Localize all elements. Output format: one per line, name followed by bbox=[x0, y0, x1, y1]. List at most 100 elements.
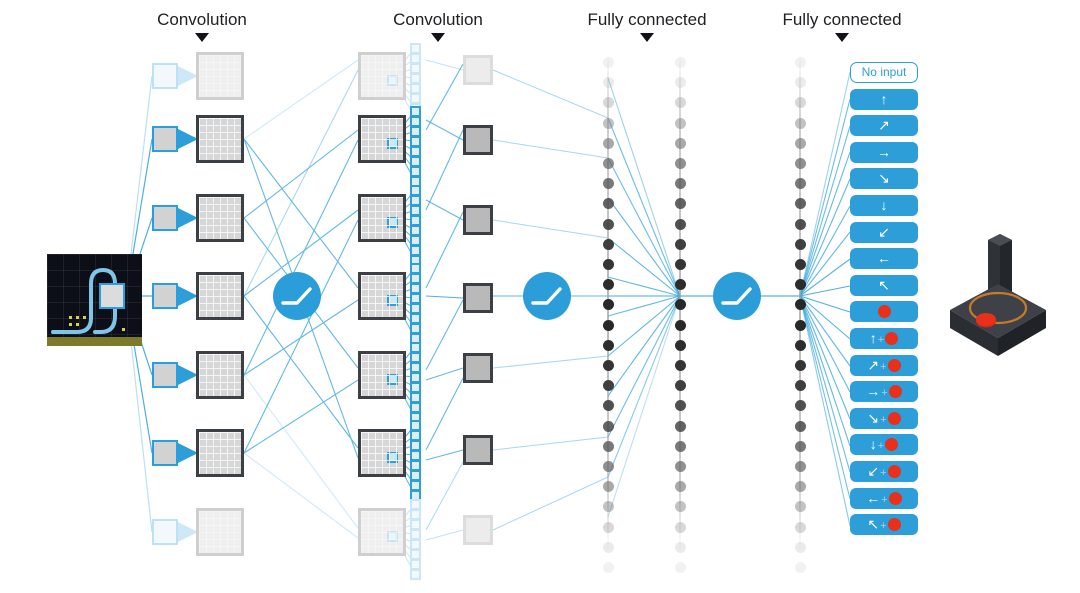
action-button-left[interactable]: ← bbox=[850, 248, 918, 270]
conv1-feature-map bbox=[196, 429, 244, 477]
relu-activation-2 bbox=[523, 272, 571, 320]
conv2-output-cell bbox=[463, 515, 493, 545]
fc-neuron bbox=[602, 440, 614, 452]
conv1-receptive-cone bbox=[178, 365, 198, 385]
fc-neuron bbox=[602, 259, 614, 270]
fire-button-icon bbox=[887, 358, 901, 372]
arrow-up-right-icon: ↗ bbox=[867, 356, 880, 373]
conv2-kernel-window bbox=[387, 217, 398, 228]
conv2-kernel-window bbox=[387, 75, 398, 86]
action-button-right[interactable]: → bbox=[850, 141, 918, 163]
action-button-down-plus-fire[interactable]: ↓+ bbox=[850, 434, 918, 456]
conv1-receptive-cone bbox=[178, 208, 198, 228]
conv2-feature-map bbox=[358, 115, 406, 163]
caret-down-icon bbox=[431, 33, 445, 42]
fc-neuron bbox=[602, 501, 614, 513]
fc-neuron bbox=[674, 400, 686, 412]
conv1-patch bbox=[152, 519, 178, 545]
fc-neuron bbox=[602, 400, 614, 412]
conv2-output-cell bbox=[463, 205, 493, 235]
conv2-kernel-window bbox=[387, 531, 398, 542]
conv1-feature-map bbox=[196, 194, 244, 242]
caret-down-icon bbox=[640, 33, 654, 42]
diagram-canvas: Convolution Convolution Fully connected … bbox=[0, 0, 1080, 593]
action-button-up-right[interactable]: ↗ bbox=[850, 115, 918, 137]
fc-neuron bbox=[794, 158, 806, 169]
conv2-feature-map bbox=[358, 429, 406, 477]
fc-neuron bbox=[602, 541, 614, 553]
plus-symbol: + bbox=[880, 413, 887, 426]
fc-neuron bbox=[602, 481, 614, 493]
fc-neuron bbox=[602, 360, 614, 371]
fc-neuron bbox=[794, 360, 806, 371]
conv2-output-cell bbox=[463, 125, 493, 155]
fc-neuron bbox=[674, 259, 686, 270]
action-button-down-right[interactable]: ↘ bbox=[850, 168, 918, 190]
fc-neuron bbox=[794, 117, 806, 129]
fc-neuron bbox=[674, 461, 686, 472]
fc-neuron bbox=[674, 218, 686, 230]
action-button-fire[interactable] bbox=[850, 301, 918, 323]
conv1-patch bbox=[152, 63, 178, 89]
relu-activation-3 bbox=[713, 272, 761, 320]
fc-neuron bbox=[602, 521, 614, 533]
fc-neuron bbox=[794, 259, 806, 270]
heading-convolution-1: Convolution bbox=[122, 10, 282, 42]
conv1-receptive-cone bbox=[178, 522, 198, 542]
fc-neuron bbox=[674, 501, 686, 513]
action-button-right-plus-fire[interactable]: →+ bbox=[850, 381, 918, 403]
fc-neuron bbox=[794, 77, 806, 89]
fc-neuron bbox=[602, 380, 614, 392]
action-button-up[interactable]: ↑ bbox=[850, 88, 918, 110]
fc-neuron bbox=[602, 238, 614, 250]
fc-neuron bbox=[794, 541, 806, 553]
arrow-down-left-icon: ↙ bbox=[878, 223, 890, 240]
heading-label: Convolution bbox=[393, 10, 483, 29]
fc-neuron bbox=[794, 339, 806, 351]
plus-symbol: + bbox=[881, 493, 888, 506]
atari-game-frame bbox=[47, 254, 142, 346]
conv2-feature-map bbox=[358, 272, 406, 320]
action-button-up-plus-fire[interactable]: ↑+ bbox=[850, 328, 918, 349]
action-button-up-left[interactable]: ↖ bbox=[850, 274, 918, 296]
fc-neuron bbox=[602, 420, 614, 432]
fc-neuron bbox=[674, 77, 686, 89]
conv1-patch bbox=[152, 205, 178, 231]
fc-neuron bbox=[794, 198, 806, 210]
fc-neuron bbox=[794, 521, 806, 533]
fc-neuron bbox=[602, 218, 614, 230]
arrow-left-icon: ← bbox=[866, 489, 881, 506]
fc-neuron bbox=[674, 319, 686, 331]
arrow-left-icon: ← bbox=[877, 250, 891, 267]
action-output-list: No input ↑ ↗ → ↘ ↓ ↙ ← ↖ ↑+ ↗+ →+ ↘+ ↓+ ↙+ ←+ ↖+ bbox=[850, 62, 918, 562]
fc-neuron bbox=[674, 440, 686, 452]
fc-neuron bbox=[794, 137, 806, 149]
arrow-up-left-icon: ↖ bbox=[878, 276, 890, 293]
heading-fully-connected-2: Fully connected bbox=[752, 10, 932, 42]
action-button-No-input[interactable]: No input bbox=[850, 62, 918, 83]
fire-button-icon bbox=[887, 465, 901, 478]
action-button-up-right-plus-fire[interactable]: ↗+ bbox=[850, 354, 918, 376]
conv2-output-cell bbox=[463, 55, 493, 85]
conv1-patch bbox=[152, 362, 178, 388]
action-button-up-left-plus-fire[interactable]: ↖+ bbox=[850, 514, 918, 536]
conv1-receptive-cone bbox=[178, 443, 198, 463]
action-button-down-left-plus-fire[interactable]: ↙+ bbox=[850, 461, 918, 482]
action-button-down-left[interactable]: ↙ bbox=[850, 221, 918, 243]
fc-neuron bbox=[602, 299, 614, 311]
input-patch-selector[interactable] bbox=[99, 283, 125, 309]
conv2-feature-map bbox=[358, 52, 406, 100]
action-button-down[interactable]: ↓ bbox=[850, 195, 918, 216]
arrow-down-icon: ↓ bbox=[869, 436, 877, 453]
action-button-down-right-plus-fire[interactable]: ↘+ bbox=[850, 407, 918, 429]
arrow-down-left-icon: ↙ bbox=[867, 463, 880, 479]
plus-symbol: + bbox=[877, 334, 885, 346]
conv2-output-cell bbox=[463, 283, 493, 313]
fc-neuron bbox=[602, 77, 614, 89]
fc-neuron bbox=[602, 158, 614, 169]
action-button-left-plus-fire[interactable]: ←+ bbox=[850, 487, 918, 509]
atari-joystick bbox=[938, 222, 1058, 372]
game-floor bbox=[47, 337, 142, 346]
fc-neuron bbox=[794, 562, 806, 573]
fc-neuron bbox=[794, 319, 806, 331]
